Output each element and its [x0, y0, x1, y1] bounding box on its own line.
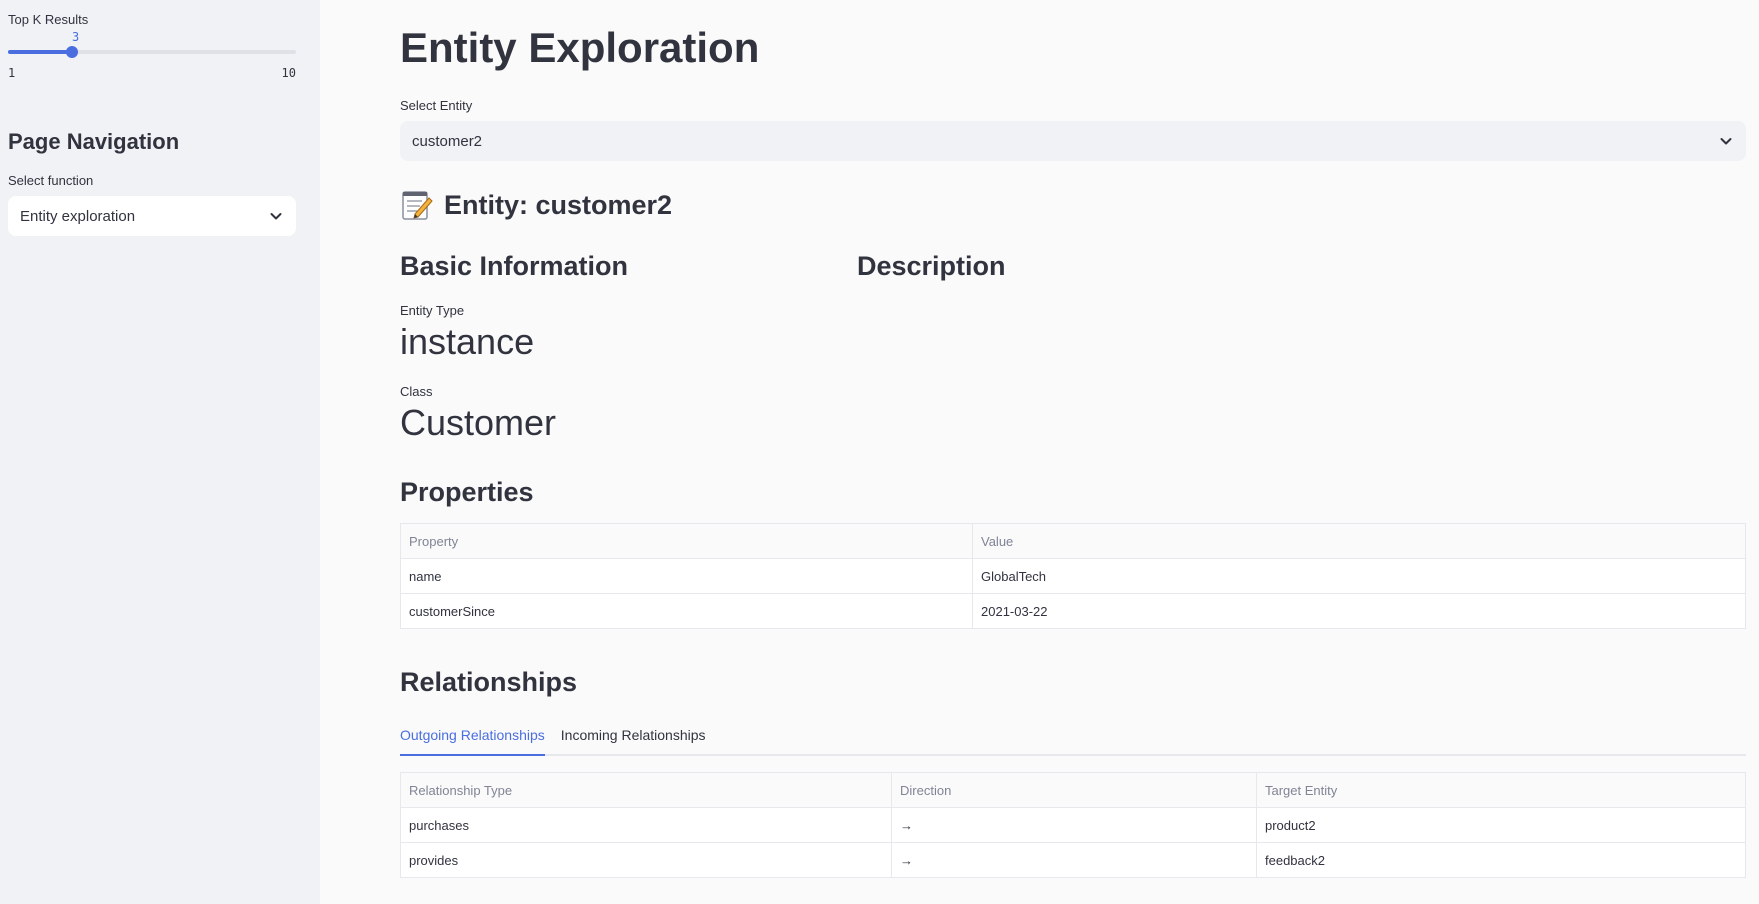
- table-cell[interactable]: GlobalTech: [972, 558, 1746, 594]
- page-navigation-heading: Page Navigation: [8, 129, 180, 154]
- basic-info-column: Basic Information Entity Type instance C…: [400, 249, 857, 445]
- table-row: purchases → product2: [400, 807, 1746, 843]
- table-cell[interactable]: →: [891, 842, 1257, 878]
- tab-incoming-relationships[interactable]: Incoming Relationships: [561, 723, 706, 754]
- description-heading: Description: [857, 251, 1006, 281]
- table-cell[interactable]: name: [400, 558, 973, 594]
- memo-icon: [402, 191, 433, 220]
- column-header-direction[interactable]: Direction: [891, 772, 1257, 808]
- top-k-slider[interactable]: 3 1 10: [8, 27, 296, 80]
- slider-min-label: 1: [8, 66, 16, 80]
- description-column: Description: [857, 249, 1006, 445]
- app: Top K Results 3 1 10 Page Navigation Sel…: [0, 0, 1759, 904]
- properties-heading: Properties: [400, 477, 534, 507]
- class-value: Customer: [400, 402, 557, 443]
- basic-information-heading: Basic Information: [400, 251, 629, 281]
- table-row: customerSince 2021-03-22: [400, 593, 1746, 629]
- select-function-dropdown[interactable]: Entity exploration: [8, 196, 296, 236]
- sidebar: Top K Results 3 1 10 Page Navigation Sel…: [0, 0, 320, 904]
- tab-outgoing-relationships[interactable]: Outgoing Relationships: [400, 723, 545, 756]
- entity-type-label: Entity Type: [400, 303, 465, 318]
- main-content: Entity Exploration Select Entity custome…: [320, 0, 1759, 904]
- table-cell[interactable]: product2: [1256, 807, 1746, 843]
- relationships-heading: Relationships: [400, 667, 578, 697]
- chevron-down-icon: [270, 213, 282, 220]
- page-title: Entity Exploration: [400, 24, 760, 71]
- properties-table: Property Value name GlobalTech customerS…: [400, 523, 1746, 629]
- column-header-value[interactable]: Value: [972, 523, 1746, 559]
- chevron-down-icon: [1720, 138, 1732, 145]
- table-cell[interactable]: provides: [400, 842, 892, 878]
- table-cell[interactable]: 2021-03-22: [972, 593, 1746, 629]
- table-cell[interactable]: →: [891, 807, 1257, 843]
- select-entity-dropdown[interactable]: customer2: [400, 121, 1746, 161]
- table-row: name GlobalTech: [400, 558, 1746, 594]
- column-header-relationship-type[interactable]: Relationship Type: [400, 772, 892, 808]
- select-entity-label: Select Entity: [400, 98, 473, 113]
- table-cell[interactable]: purchases: [400, 807, 892, 843]
- top-k-label: Top K Results: [8, 12, 89, 27]
- class-label: Class: [400, 384, 433, 399]
- slider-max-label: 10: [281, 66, 296, 80]
- entity-heading-text: Entity: customer2: [444, 189, 673, 220]
- table-cell[interactable]: feedback2: [1256, 842, 1746, 878]
- select-function-label: Select function: [8, 173, 94, 188]
- slider-thumb[interactable]: [66, 46, 78, 58]
- info-columns: Basic Information Entity Type instance C…: [400, 249, 1747, 445]
- select-entity-value: customer2: [412, 132, 483, 150]
- entity-heading: Entity: customer2: [400, 187, 1747, 223]
- table-cell[interactable]: customerSince: [400, 593, 973, 629]
- slider-fill: [8, 50, 72, 54]
- column-header-target-entity[interactable]: Target Entity: [1256, 772, 1746, 808]
- entity-type-value: instance: [400, 321, 535, 362]
- relationships-table: Relationship Type Direction Target Entit…: [400, 772, 1746, 878]
- column-header-property[interactable]: Property: [400, 523, 973, 559]
- relationships-tabs: Outgoing Relationships Incoming Relation…: [400, 723, 1746, 756]
- slider-current-value: 3: [72, 30, 80, 44]
- table-row: provides → feedback2: [400, 842, 1746, 878]
- select-function-value: Entity exploration: [20, 207, 136, 225]
